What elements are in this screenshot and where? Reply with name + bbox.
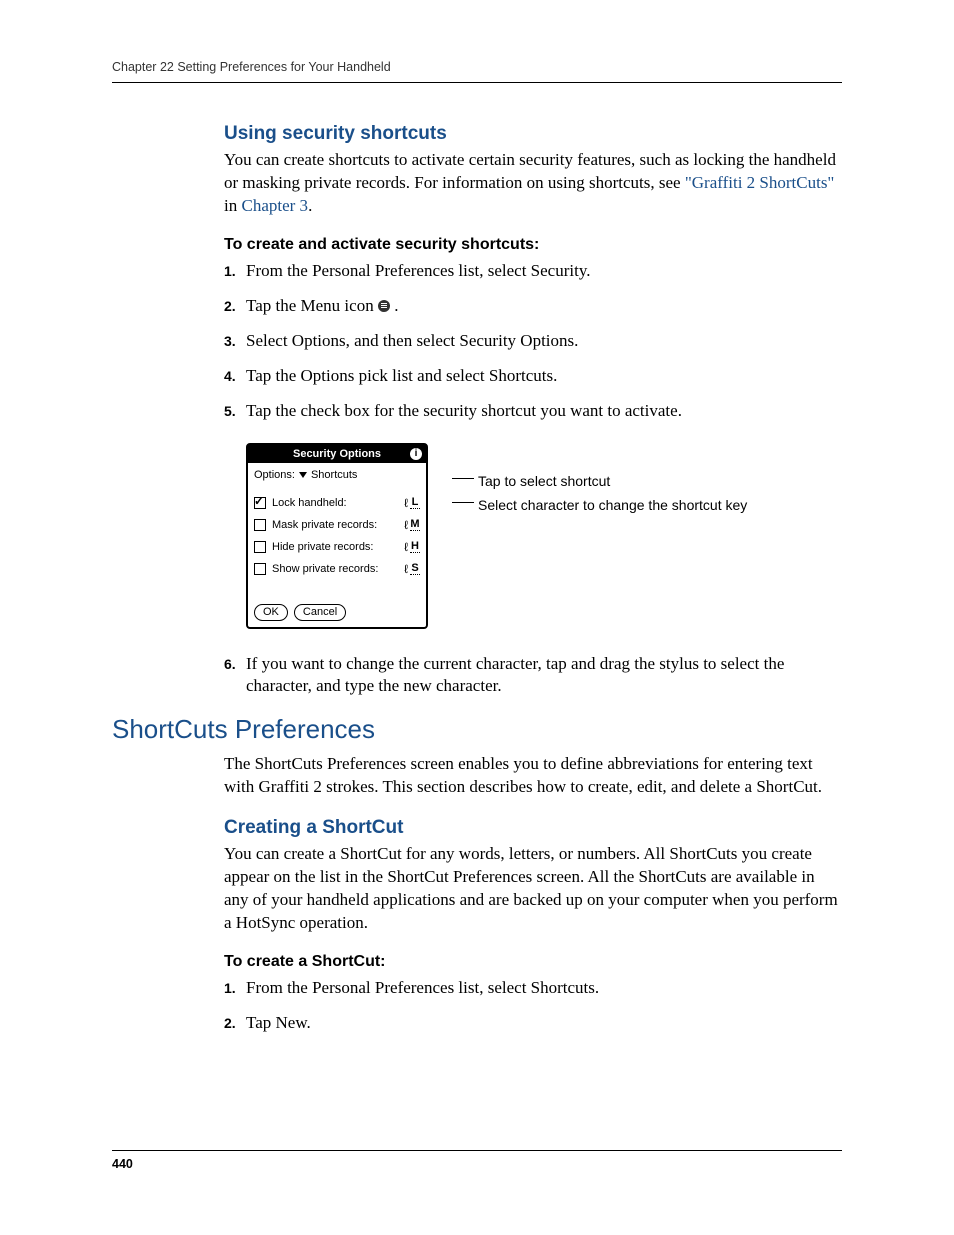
shortcut-glyph-icon: ℓ (404, 562, 408, 576)
chevron-down-icon (299, 472, 307, 478)
callout-text: Select character to change the shortcut … (478, 497, 747, 513)
shortcut-row-mask: Mask private records: ℓ M (254, 514, 420, 536)
shortcuts-preferences-intro: The ShortCuts Preferences screen enables… (224, 753, 842, 799)
shortcut-key-field[interactable]: ℓ M (404, 518, 420, 532)
step-6: 6. If you want to change the current cha… (224, 653, 842, 699)
task-heading-create-shortcut: To create a ShortCut: (224, 953, 842, 971)
figure-security-options: Security Options i Options: Shortcuts (246, 443, 842, 629)
ok-button[interactable]: OK (254, 604, 288, 621)
step-text: If you want to change the current charac… (246, 653, 842, 699)
step-text: Tap the check box for the security short… (246, 400, 682, 423)
page-number: 440 (112, 1157, 133, 1171)
intro-mid: in (224, 196, 241, 215)
intro-after: . (308, 196, 312, 215)
shortcut-label: Hide private records: (272, 541, 374, 553)
steps-list-security: 1. From the Personal Preferences list, s… (224, 260, 842, 423)
step-number: 2. (224, 298, 246, 314)
device-title-text: Security Options (293, 448, 381, 460)
shortcut-key-field[interactable]: ℓ L (404, 496, 420, 510)
step-2-text-b: . (394, 296, 398, 315)
steps-list-security-cont: 6. If you want to change the current cha… (224, 653, 842, 699)
step-number: 3. (224, 333, 246, 349)
shortcut-row-lock: Lock handheld: ℓ L (254, 492, 420, 514)
page-footer: 440 (112, 1150, 842, 1171)
intro-paragraph: You can create shortcuts to activate cer… (224, 149, 842, 218)
step-number: 1. (224, 263, 246, 279)
shortcut-glyph-icon: ℓ (404, 496, 408, 510)
shortcut-label: Mask private records: (272, 519, 377, 531)
step-3: 3. Select Options, and then select Secur… (224, 330, 842, 353)
options-label: Options: (254, 469, 295, 481)
checkbox-lock[interactable] (254, 497, 266, 509)
running-header: Chapter 22 Setting Preferences for Your … (112, 60, 842, 83)
step-1: 1. From the Personal Preferences list, s… (224, 260, 842, 283)
device-titlebar: Security Options i (248, 445, 426, 463)
link-chapter-3[interactable]: Chapter 3 (241, 196, 308, 215)
info-icon[interactable]: i (410, 448, 422, 460)
shortcut-label: Show private records: (272, 563, 378, 575)
device-screenshot: Security Options i Options: Shortcuts (246, 443, 428, 629)
step-4: 4. Tap the Options pick list and select … (224, 365, 842, 388)
callout-tap-shortcut: Tap to select shortcut (452, 473, 747, 489)
callout-leader-line (452, 478, 474, 479)
step-2-text-a: Tap the Menu icon (246, 296, 378, 315)
shortcut-glyph-icon: ℓ (404, 540, 408, 554)
step-text: Tap the Menu icon . (246, 295, 398, 318)
link-graffiti-shortcuts[interactable]: "Graffiti 2 ShortCuts" (685, 173, 835, 192)
step-number: 4. (224, 368, 246, 384)
step-2: 2. Tap the Menu icon . (224, 295, 842, 318)
step-text: From the Personal Preferences list, sele… (246, 260, 590, 283)
heading-using-security-shortcuts: Using security shortcuts (224, 123, 842, 145)
shortcut-glyph-icon: ℓ (404, 518, 408, 532)
checkbox-mask[interactable] (254, 519, 266, 531)
shortcut-letter: H (410, 540, 420, 553)
task-heading-create-security-shortcuts: To create and activate security shortcut… (224, 236, 842, 254)
heading-shortcuts-preferences: ShortCuts Preferences (112, 714, 842, 745)
page: Chapter 22 Setting Preferences for Your … (0, 0, 954, 1235)
creating-shortcut-intro: You can create a ShortCut for any words,… (224, 843, 842, 935)
shortcut-row-show: Show private records: ℓ S (254, 558, 420, 580)
checkbox-show[interactable] (254, 563, 266, 575)
shortcut-list: Lock handheld: ℓ L Mask private records: (254, 492, 420, 580)
steps-list-create-shortcut: 1. From the Personal Preferences list, s… (224, 977, 842, 1035)
step-2-create-shortcut: 2. Tap New. (224, 1012, 842, 1035)
figure-callouts: Tap to select shortcut Select character … (452, 473, 747, 513)
options-picklist[interactable]: Options: Shortcuts (254, 467, 420, 488)
step-number: 1. (224, 980, 246, 996)
step-5: 5. Tap the check box for the security sh… (224, 400, 842, 423)
cancel-button[interactable]: Cancel (294, 604, 346, 621)
callout-text: Tap to select shortcut (478, 473, 610, 489)
step-text: Tap New. (246, 1012, 311, 1035)
callout-change-key: Select character to change the shortcut … (452, 497, 747, 513)
shortcut-key-field[interactable]: ℓ S (404, 562, 420, 576)
step-number: 5. (224, 403, 246, 419)
shortcut-letter: M (410, 518, 420, 531)
device-body: Options: Shortcuts Lock handheld: ℓ (248, 463, 426, 627)
device-button-row: OK Cancel (254, 604, 420, 621)
shortcut-letter: L (410, 496, 420, 509)
shortcut-key-field[interactable]: ℓ H (404, 540, 420, 554)
menu-icon (378, 300, 390, 312)
step-text: Select Options, and then select Security… (246, 330, 578, 353)
shortcut-row-hide: Hide private records: ℓ H (254, 536, 420, 558)
checkbox-hide[interactable] (254, 541, 266, 553)
step-number: 2. (224, 1015, 246, 1031)
heading-creating-a-shortcut: Creating a ShortCut (224, 817, 842, 839)
step-text: From the Personal Preferences list, sele… (246, 977, 599, 1000)
step-text: Tap the Options pick list and select Sho… (246, 365, 557, 388)
page-content: Using security shortcuts You can create … (224, 123, 842, 1035)
step-number: 6. (224, 656, 246, 672)
shortcut-letter: S (410, 562, 420, 575)
callout-leader-line (452, 502, 474, 503)
step-1-create-shortcut: 1. From the Personal Preferences list, s… (224, 977, 842, 1000)
options-value: Shortcuts (311, 469, 357, 481)
shortcut-label: Lock handheld: (272, 497, 347, 509)
